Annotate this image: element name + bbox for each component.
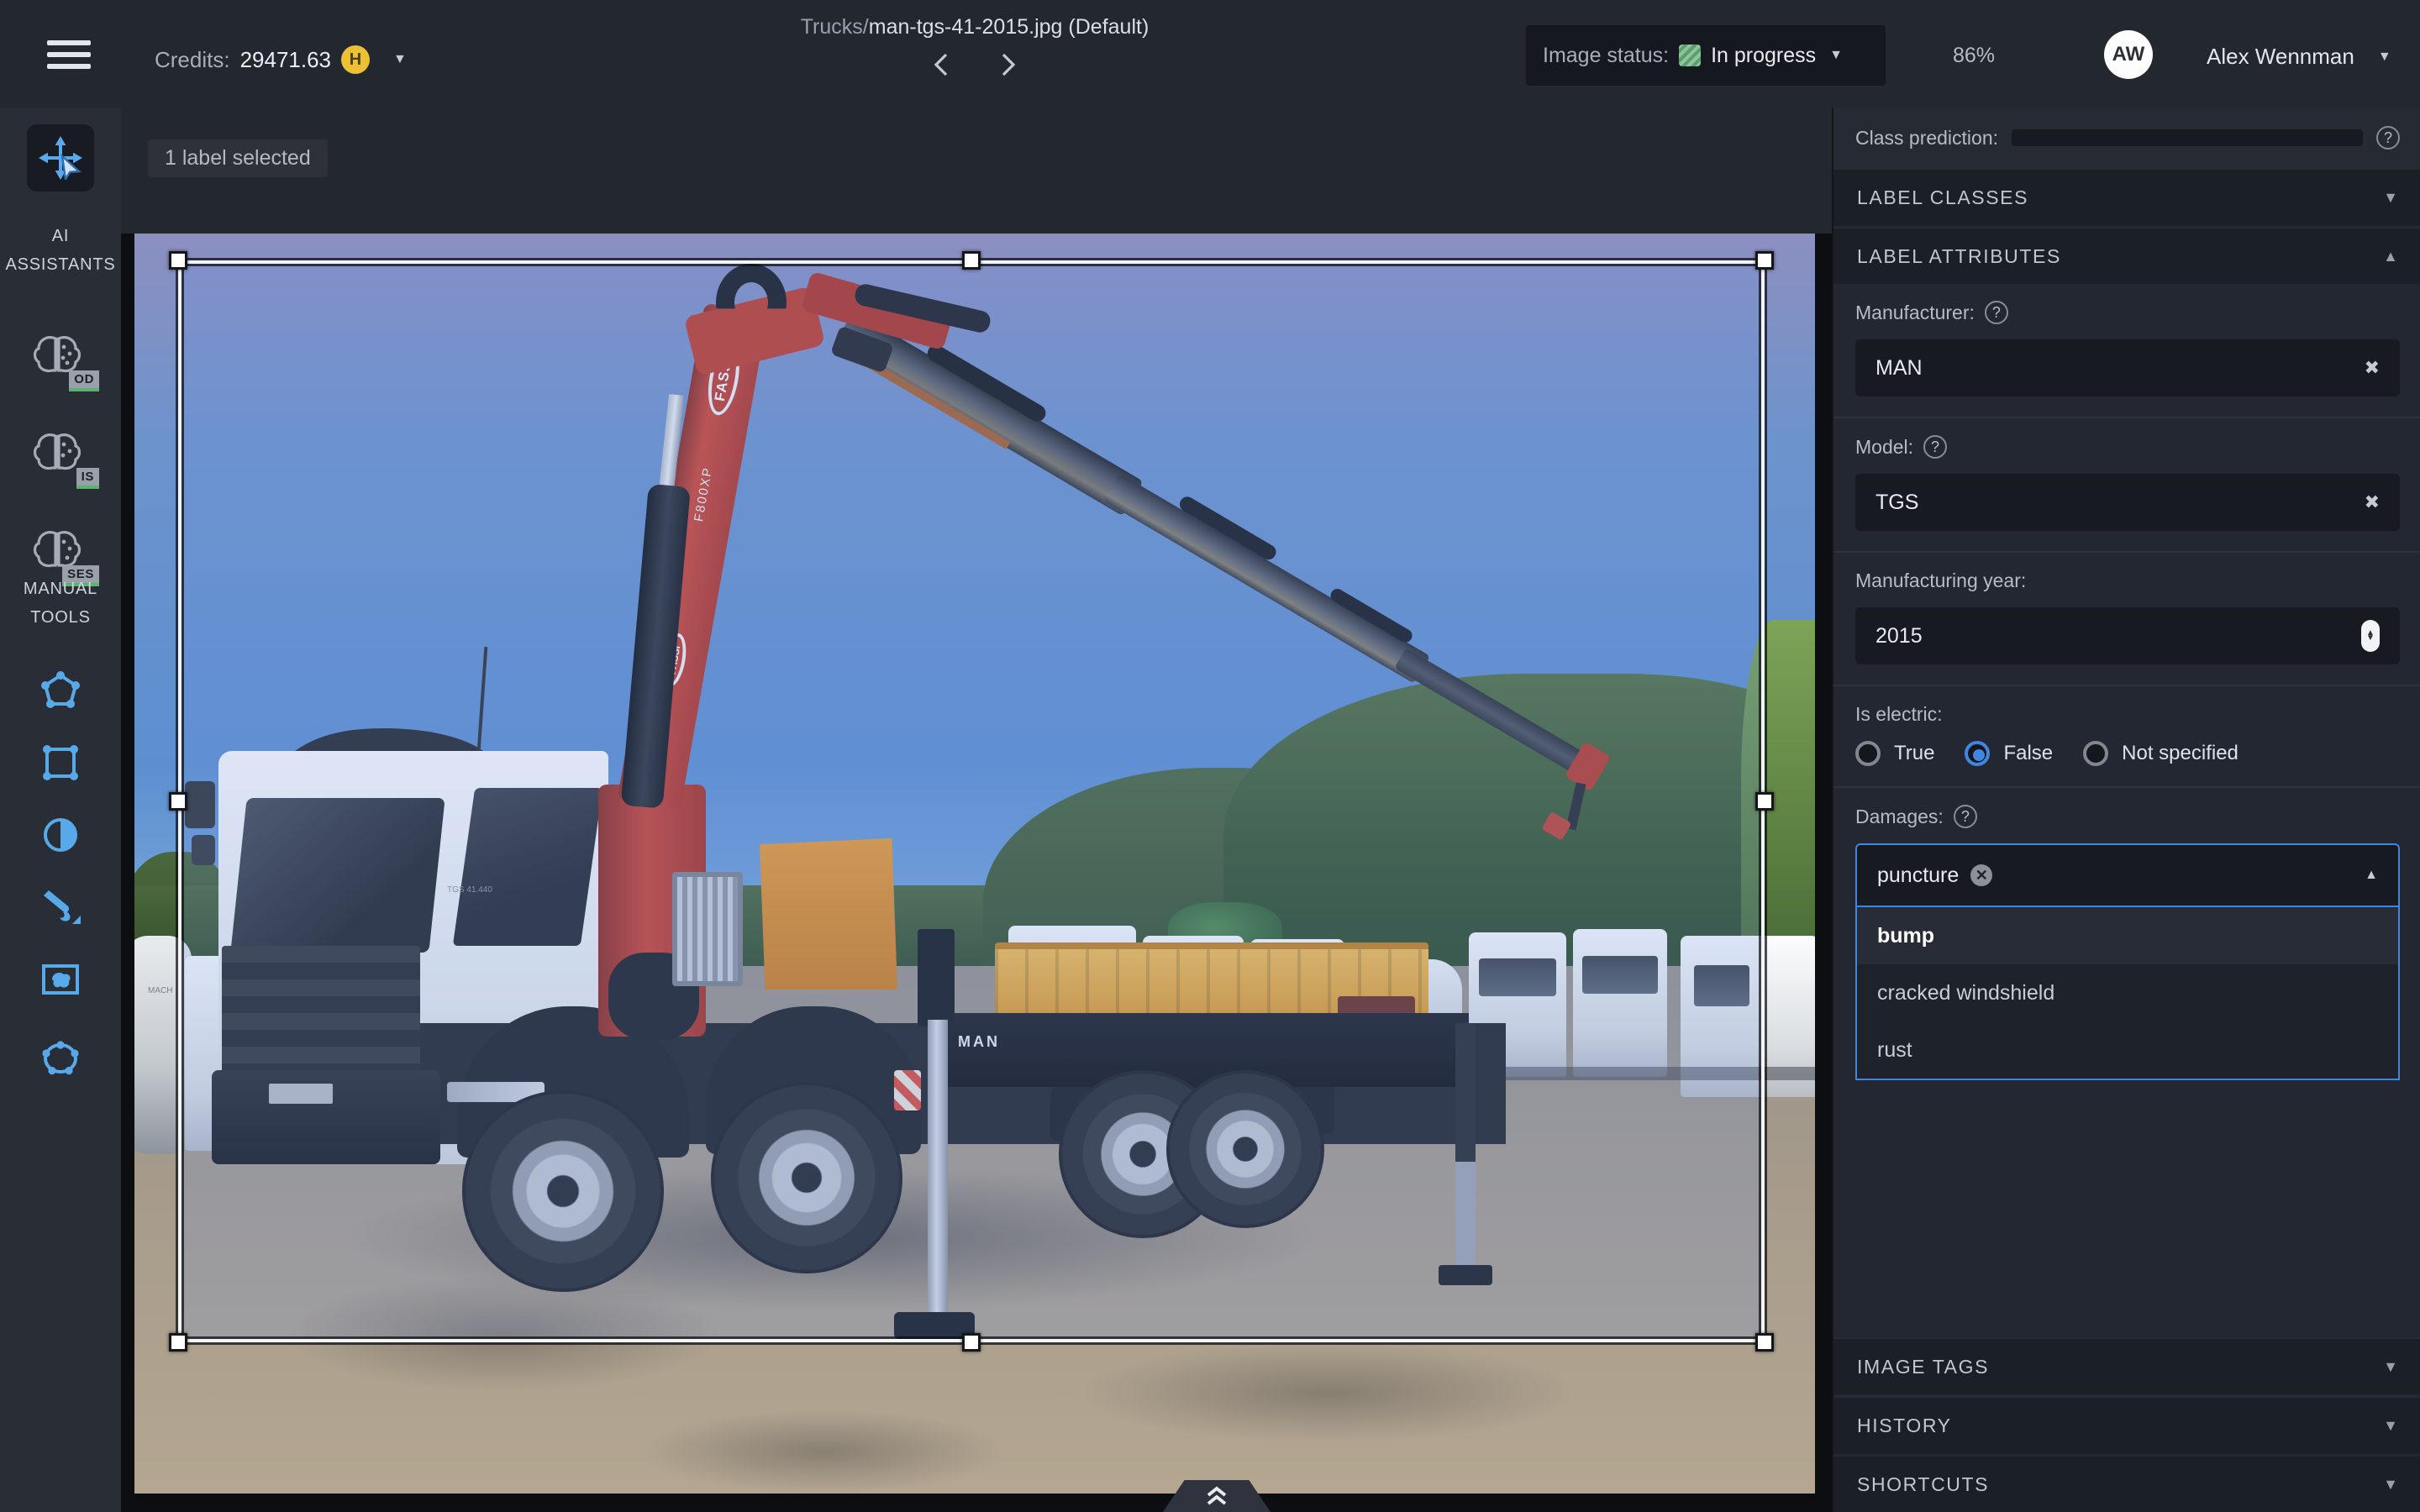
image-status-label: Image status:: [1543, 44, 1669, 68]
radio-not-specified[interactable]: [2083, 741, 2108, 766]
canvas-top-strip: 1 label selected: [121, 108, 1832, 234]
year-group: Manufacturing year: 2015 ▲▼: [1833, 553, 2420, 686]
year-input[interactable]: 2015 ▲▼: [1855, 607, 2400, 664]
section-image-tags[interactable]: IMAGE TAGS ▼: [1833, 1337, 2420, 1394]
chevron-down-icon: ▼: [1829, 49, 1843, 62]
damages-label: Damages:: [1855, 806, 1944, 828]
chevron-down-icon: ▼: [2383, 1418, 2398, 1433]
number-stepper[interactable]: ▲▼: [2361, 620, 2380, 652]
chevron-down-icon: ▼: [2378, 50, 2391, 64]
ellipse-icon: [39, 1037, 82, 1080]
help-icon: ?: [2376, 126, 2400, 150]
bounding-box-icon: [39, 741, 82, 785]
top-bar: Credits: 29471.63 H ▼ Trucks/man-tgs-41-…: [0, 0, 2420, 108]
section-label-attributes[interactable]: LABEL ATTRIBUTES ▲: [1833, 227, 2420, 284]
chevron-up-icon: ▲: [2365, 869, 2378, 882]
breadcrumb: Trucks/: [801, 15, 869, 39]
damages-multiselect[interactable]: puncture ✕ ▲: [1855, 843, 2400, 907]
ai-assistants-label: AI ASSISTANTS: [0, 222, 121, 279]
resize-handle-ne[interactable]: [1755, 251, 1774, 270]
mask-icon: [39, 958, 82, 1001]
resize-handle-w[interactable]: [169, 792, 187, 811]
selected-label-bounding-box[interactable]: [178, 260, 1765, 1342]
section-history[interactable]: HISTORY ▼: [1833, 1396, 2420, 1453]
user-menu[interactable]: Alex Wennman ▼: [2207, 44, 2391, 70]
brush-icon: [39, 885, 82, 929]
move-cursor-icon: [39, 136, 82, 180]
damages-option[interactable]: bump: [1857, 907, 2398, 964]
polygon-tool-button[interactable]: [39, 669, 82, 712]
is-electric-label: Is electric:: [1855, 703, 1943, 726]
chevron-down-icon: ▼: [2383, 190, 2398, 205]
clear-icon[interactable]: ✖: [2365, 491, 2380, 513]
manufacturer-group: Manufacturer: ? MAN ✖: [1833, 284, 2420, 418]
file-name: man-tgs-41-2015.jpg: [869, 15, 1063, 39]
brain-is-icon: [32, 430, 82, 475]
year-label: Manufacturing year:: [1855, 570, 2026, 592]
section-label-classes[interactable]: LABEL CLASSES ▼: [1833, 168, 2420, 225]
polygon-icon: [39, 669, 82, 712]
tool-sidebar: AI ASSISTANTS OD IS: [0, 108, 121, 1512]
zoom-level: 86%: [1953, 44, 1995, 68]
contrast-icon: [39, 813, 82, 857]
object-detection-assistant-button[interactable]: OD: [32, 333, 92, 386]
status-in-progress-icon: [1679, 45, 1701, 66]
label-panel: Class prediction: ? LABEL CLASSES ▼ LABE…: [1832, 108, 2420, 1512]
chevron-down-icon: ▼: [2383, 1477, 2398, 1492]
class-prediction-input[interactable]: [2012, 129, 2363, 146]
chevron-down-icon: ▼: [2383, 1359, 2398, 1374]
help-icon: ?: [1985, 301, 2008, 324]
contrast-threshold-tool-button[interactable]: [39, 813, 82, 857]
damages-options-list: bump cracked windshield rust: [1855, 907, 2400, 1080]
avatar: AW: [2104, 30, 2153, 79]
label-attributes-body: Manufacturer: ? MAN ✖ Model: ? TGS ✖: [1833, 284, 2420, 1445]
image-status-dropdown[interactable]: Image status: In progress ▼: [1526, 25, 1886, 86]
annotation-canvas[interactable]: 1 label selected MACH: [121, 108, 1832, 1512]
manufacturer-label: Manufacturer:: [1855, 302, 1975, 324]
chevron-up-icon: ▲: [2383, 249, 2398, 264]
is-electric-group: Is electric: True False Not specified: [1833, 686, 2420, 788]
move-tool-button[interactable]: [27, 124, 94, 192]
section-shortcuts[interactable]: SHORTCUTS ▼: [1833, 1455, 2420, 1512]
model-input[interactable]: TGS ✖: [1855, 474, 2400, 531]
selection-status: 1 label selected: [148, 139, 328, 177]
remove-tag-icon[interactable]: ✕: [1970, 864, 1992, 886]
help-icon: ?: [1923, 435, 1947, 459]
mask-tool-button[interactable]: [39, 958, 82, 1001]
radio-true[interactable]: [1855, 741, 1881, 766]
truck-photo[interactable]: MACH: [134, 234, 1815, 1494]
manual-tools-label: MANUAL TOOLS: [0, 575, 121, 632]
resize-handle-se[interactable]: [1755, 1333, 1774, 1352]
clear-icon[interactable]: ✖: [2365, 357, 2380, 379]
ellipse-tool-button[interactable]: [39, 1037, 82, 1080]
resize-handle-e[interactable]: [1755, 792, 1774, 811]
image-status-value: In progress: [1711, 44, 1816, 68]
brush-tool-button[interactable]: [39, 885, 82, 929]
damages-option[interactable]: rust: [1857, 1021, 2398, 1079]
previous-image-button[interactable]: [929, 51, 953, 78]
model-label: Model:: [1855, 436, 1913, 459]
image-labeling-app: Credits: 29471.63 H ▼ Trucks/man-tgs-41-…: [0, 0, 2420, 1512]
radio-false[interactable]: [1965, 741, 1990, 766]
resize-handle-nw[interactable]: [169, 251, 187, 270]
damages-group: Damages: ? puncture ✕ ▲ bump cracked win…: [1833, 788, 2420, 1100]
resize-handle-n[interactable]: [962, 251, 981, 270]
next-image-button[interactable]: [997, 51, 1020, 78]
selected-damage-tag: puncture: [1877, 864, 1959, 888]
class-prediction-row: Class prediction: ?: [1833, 108, 2420, 168]
user-name: Alex Wennman: [2207, 44, 2354, 70]
instance-segmentation-assistant-button[interactable]: IS: [32, 430, 92, 484]
manufacturer-input[interactable]: MAN ✖: [1855, 339, 2400, 396]
model-group: Model: ? TGS ✖: [1833, 418, 2420, 553]
resize-handle-sw[interactable]: [169, 1333, 187, 1352]
damages-option[interactable]: cracked windshield: [1857, 964, 2398, 1021]
semantic-segmentation-assistant-button[interactable]: SES: [32, 528, 92, 581]
bounding-box-tool-button[interactable]: [39, 741, 82, 785]
resize-handle-s[interactable]: [962, 1333, 981, 1352]
double-chevron-up-icon: [1205, 1485, 1228, 1507]
file-variant: (Default): [1068, 15, 1149, 39]
class-prediction-label: Class prediction:: [1855, 127, 1998, 150]
help-icon: ?: [1954, 805, 1977, 828]
